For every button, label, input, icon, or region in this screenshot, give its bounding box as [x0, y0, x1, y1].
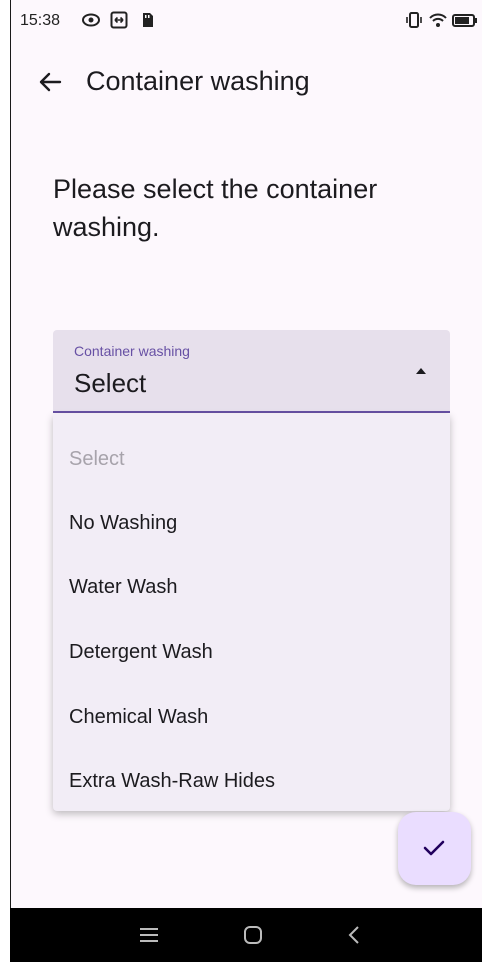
select-value: Select: [74, 368, 147, 398]
prompt-text: Please select the container washing.: [53, 174, 378, 242]
menu-item-extra-wash-raw-hides[interactable]: Extra Wash-Raw Hides: [69, 770, 275, 793]
dropdown-menu: Select No Washing Water Wash Detergent W…: [53, 414, 450, 811]
arrow-up-icon: [416, 368, 426, 374]
sd-card-icon: [143, 13, 153, 27]
menu-icon[interactable]: [136, 922, 162, 948]
back-chevron-icon[interactable]: [342, 922, 368, 948]
screen-edge: [0, 0, 11, 962]
menu-item-water-wash[interactable]: Water Wash: [69, 576, 178, 599]
screen-edge-right: [482, 0, 486, 962]
page-title: Container washing: [86, 66, 310, 96]
select-label: Container washing: [74, 343, 190, 359]
menu-item-detergent-wash[interactable]: Detergent Wash: [69, 641, 213, 664]
wifi-icon: [429, 13, 447, 27]
menu-item-select: Select: [69, 448, 125, 470]
battery-icon: [452, 14, 477, 27]
eye-icon: [82, 13, 100, 27]
home-icon[interactable]: [240, 922, 266, 948]
menu-item-chemical-wash[interactable]: Chemical Wash: [69, 706, 208, 729]
vibrate-icon: [406, 12, 422, 28]
status-bar: 15:38: [12, 0, 478, 40]
screen-cast-icon: [110, 11, 128, 29]
menu-item-no-washing[interactable]: No Washing: [69, 512, 177, 535]
confirm-button[interactable]: [398, 812, 471, 885]
app-bar: Container washing: [12, 50, 478, 114]
container-washing-select[interactable]: Container washing Select: [53, 330, 450, 413]
arrow-back-icon[interactable]: [34, 66, 66, 98]
system-nav-bar: [10, 908, 482, 962]
status-time: 15:38: [20, 12, 61, 29]
check-icon: [423, 840, 445, 856]
